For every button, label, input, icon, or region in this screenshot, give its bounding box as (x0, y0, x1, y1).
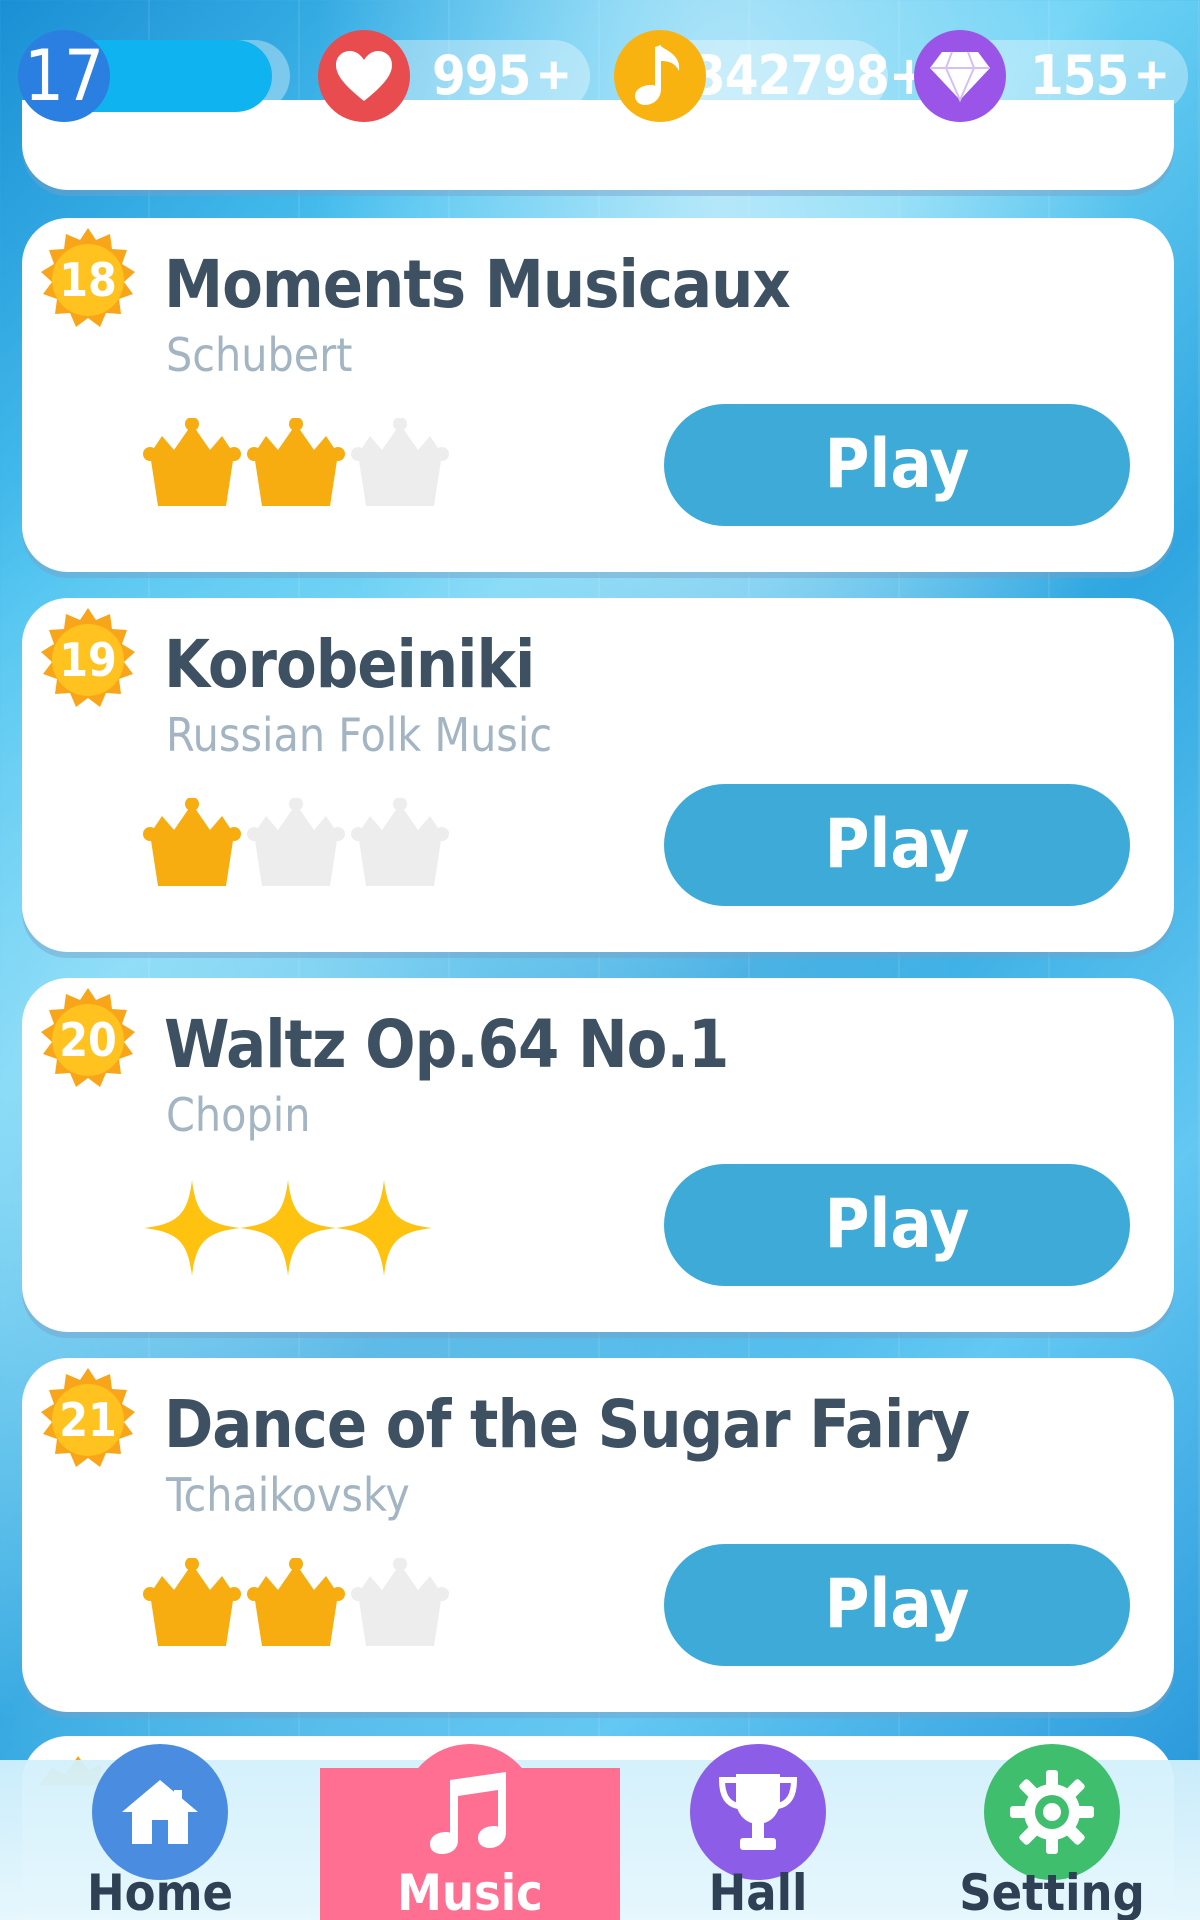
sparkle-rating (142, 1178, 462, 1278)
trophy-icon (690, 1744, 826, 1880)
sparkle-icon-filled (240, 1180, 336, 1276)
gems-value: 155 (1030, 44, 1129, 107)
song-composer: Chopin (166, 1088, 311, 1142)
song-title: Dance of the Sugar Fairy (164, 1386, 970, 1463)
crown-icon-empty (351, 1558, 449, 1646)
crown-rating (142, 1558, 462, 1658)
rank-number: 19 (59, 633, 117, 687)
bottom-nav: Home Music Hall Setting (0, 1744, 1200, 1920)
play-button[interactable]: Play (664, 784, 1130, 906)
crown-icon-empty (351, 418, 449, 506)
play-button[interactable]: Play (664, 1164, 1130, 1286)
song-card: 18 Moments Musicaux Schubert Play (22, 218, 1174, 572)
house-icon (92, 1744, 228, 1880)
nav-label-music: Music (397, 1864, 543, 1920)
song-title: Waltz Op.64 No.1 (164, 1006, 729, 1083)
diamond-icon (914, 30, 1006, 122)
sparkle-icon-filled (144, 1180, 240, 1276)
crown-icon-filled (143, 1558, 241, 1646)
nav-label-setting: Setting (959, 1864, 1145, 1920)
lives-value: 995 (432, 44, 531, 107)
status-bar: 17 995 + 342798+ 155 + (0, 0, 1200, 160)
nav-home[interactable]: Home (40, 1744, 280, 1920)
rank-badge: 21 (34, 1366, 142, 1474)
add-lives-button[interactable]: + (538, 40, 570, 112)
nav-label-home: Home (87, 1864, 233, 1920)
sparkle-icon-filled (336, 1180, 432, 1276)
nav-hall[interactable]: Hall (638, 1744, 878, 1920)
add-gems-button[interactable]: + (1136, 40, 1168, 112)
crown-rating (142, 418, 462, 518)
rank-number: 20 (59, 1013, 117, 1067)
level-badge: 17 (18, 30, 110, 122)
play-button[interactable]: Play (664, 404, 1130, 526)
level-value: 17 (23, 35, 105, 117)
crown-icon-filled (143, 798, 241, 886)
crown-icon-empty (247, 798, 345, 886)
song-title: Korobeiniki (164, 626, 535, 703)
rank-badge: 18 (34, 226, 142, 334)
crown-icon-filled (247, 1558, 345, 1646)
crown-icon-filled (247, 418, 345, 506)
gear-icon (984, 1744, 1120, 1880)
song-card: 21 Dance of the Sugar Fairy Tchaikovsky … (22, 1358, 1174, 1712)
rank-number: 21 (59, 1393, 117, 1447)
song-card: 19 Korobeiniki Russian Folk Music Play (22, 598, 1174, 952)
play-button[interactable]: Play (664, 1544, 1130, 1666)
song-title: Moments Musicaux (164, 246, 791, 323)
music-note-icon (614, 30, 706, 122)
nav-label-hall: Hall (708, 1864, 808, 1920)
heart-icon (318, 30, 410, 122)
notes-value: 342798+ (692, 44, 930, 107)
song-composer: Schubert (166, 328, 353, 382)
music-note-icon (402, 1744, 538, 1880)
song-composer: Tchaikovsky (166, 1468, 410, 1522)
song-card: 20 Waltz Op.64 No.1 Chopin Play (22, 978, 1174, 1332)
crown-rating (142, 798, 462, 898)
rank-number: 18 (59, 253, 117, 307)
nav-setting[interactable]: Setting (932, 1744, 1172, 1920)
crown-icon-empty (351, 798, 449, 886)
nav-music[interactable]: Music (350, 1744, 590, 1920)
song-composer: Russian Folk Music (166, 708, 553, 762)
rank-badge: 20 (34, 986, 142, 1094)
crown-icon-filled (143, 418, 241, 506)
rank-badge: 19 (34, 606, 142, 714)
